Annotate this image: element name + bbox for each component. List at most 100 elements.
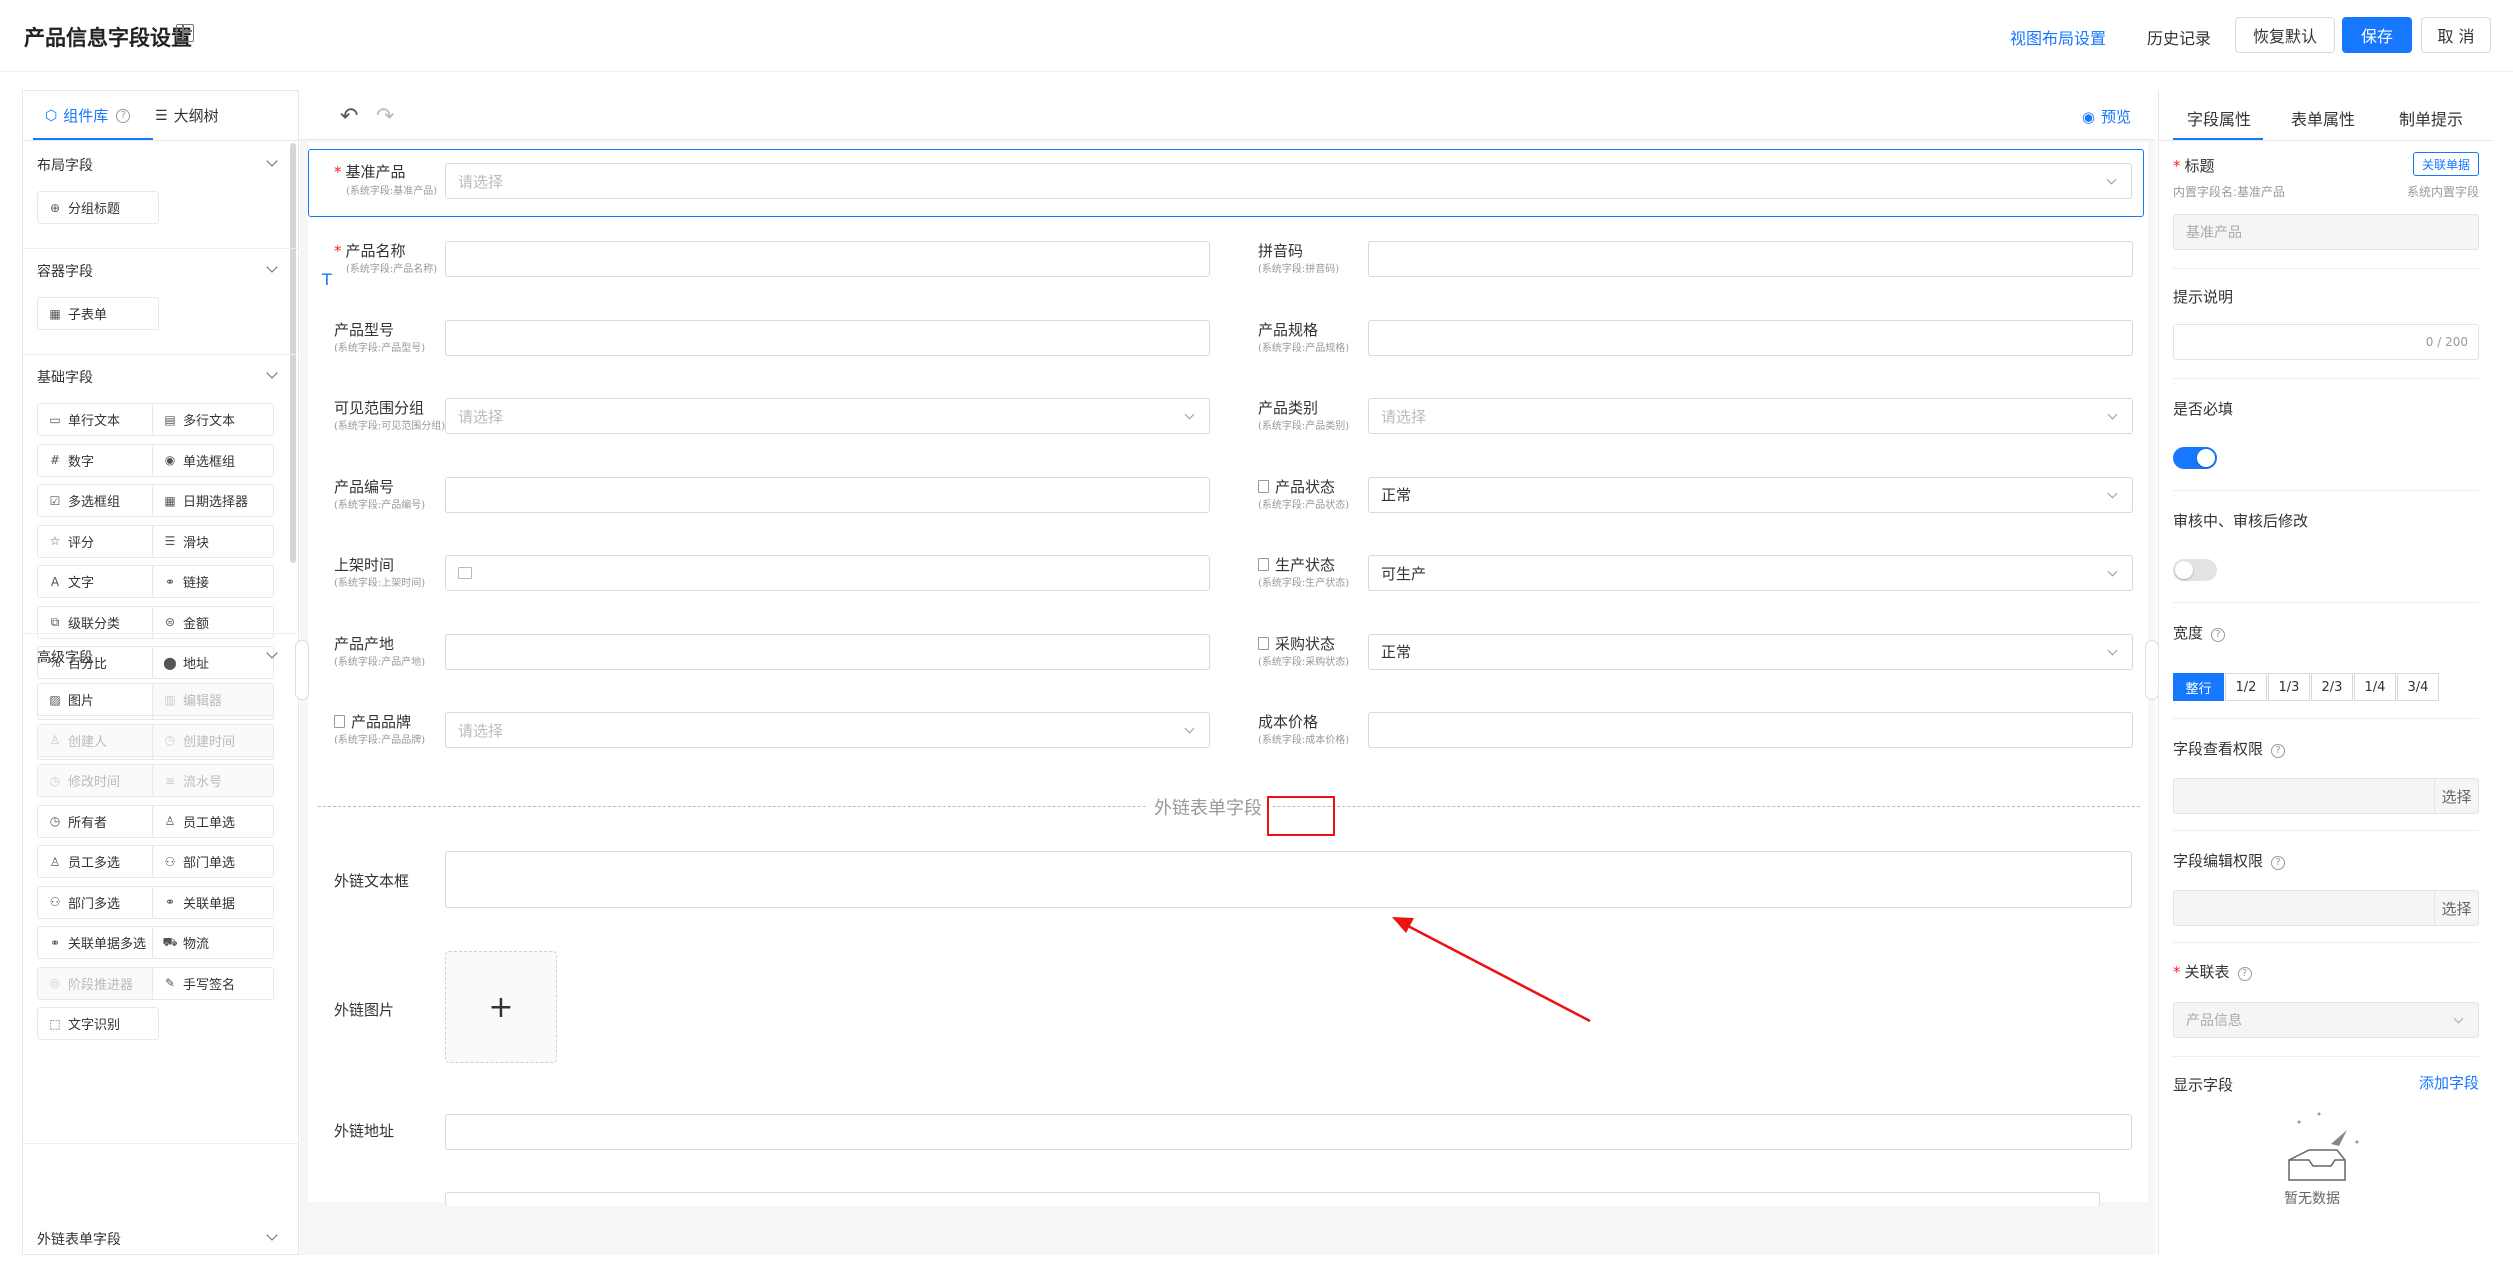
ext-url-input[interactable] (445, 1114, 2132, 1150)
field-input[interactable]: 请选择 (445, 398, 1210, 434)
audit-switch[interactable] (2173, 559, 2217, 581)
field-input[interactable] (445, 319, 1210, 356)
partial-field[interactable] (445, 1192, 2100, 1206)
component-clock[interactable]: ◷ 修改时间 (37, 764, 159, 797)
component-dept[interactable]: ⚇ 部门单选 (152, 845, 274, 878)
image-upload[interactable]: + (445, 951, 557, 1063)
rel-table-select[interactable]: 产品信息 (2173, 1002, 2479, 1038)
chevron-down-icon[interactable] (266, 1229, 278, 1241)
component-star[interactable]: ☆ 评分 (37, 524, 159, 558)
tab-form-props[interactable]: 表单属性 (2291, 106, 2355, 130)
group-title[interactable]: 基础字段 (37, 367, 93, 387)
field-input[interactable]: 请选择 (445, 712, 1210, 748)
layout-icon[interactable] (176, 24, 194, 42)
width-option[interactable]: 1/2 (2225, 673, 2267, 701)
component-link[interactable]: ⚭ 链接 (152, 565, 274, 598)
width-option[interactable]: 2/3 (2311, 673, 2353, 701)
field-input[interactable] (445, 633, 1210, 670)
component-checkbox[interactable]: ☑ 多选框组 (37, 484, 159, 517)
width-option[interactable]: 3/4 (2397, 673, 2439, 701)
right-collapse-handle[interactable] (2145, 640, 2159, 700)
field-input[interactable]: 正常 (1368, 476, 2133, 513)
add-field-link[interactable]: 添加字段 (2419, 1072, 2479, 1093)
cancel-button[interactable]: 取 消 (2421, 17, 2491, 53)
group-title[interactable]: 外链表单字段 (37, 1229, 121, 1249)
scrollbar[interactable] (290, 143, 296, 563)
chevron-down-icon[interactable] (266, 155, 278, 167)
required-switch[interactable] (2173, 447, 2217, 469)
width-option[interactable]: 1/3 (2268, 673, 2310, 701)
view-perm-input[interactable]: 选择 (2173, 778, 2479, 814)
field-input[interactable] (1368, 712, 2133, 748)
preview-button[interactable]: ◉ 预览 (2082, 106, 2131, 127)
component-stage[interactable]: ◎ 阶段推进器 (37, 966, 159, 1000)
component-number[interactable]: # 数字 (37, 443, 159, 477)
component-label: 员工单选 (183, 815, 236, 831)
redo-icon[interactable]: ↷ (376, 104, 394, 129)
save-button[interactable]: 保存 (2342, 17, 2412, 53)
tab-field-props[interactable]: 字段属性 (2187, 106, 2251, 130)
field-input[interactable] (445, 555, 1210, 591)
component-dept[interactable]: ⚇ 部门多选 (37, 885, 159, 919)
chevron-down-icon[interactable] (266, 367, 278, 379)
component-ocr[interactable]: ⬚ 文字识别 (37, 1007, 159, 1040)
group-title[interactable]: 容器字段 (37, 261, 93, 281)
component-user[interactable]: ♙ 员工单选 (152, 804, 274, 838)
component-location-pin[interactable]: ⬤ 地址 (152, 646, 274, 679)
left-collapse-handle[interactable] (295, 640, 309, 700)
component-signature[interactable]: ✎ 手写签名 (152, 966, 274, 1000)
title-input[interactable]: 基准产品 (2173, 214, 2479, 250)
component-label: 多选框组 (68, 495, 121, 510)
component-serial[interactable]: ≡ 流水号 (152, 764, 274, 797)
field-input[interactable] (445, 241, 1210, 277)
component-label: 关联单据多选 (68, 937, 147, 952)
component-editor[interactable]: ▥ 编辑器 (152, 683, 274, 716)
undo-icon[interactable]: ↶ (340, 104, 358, 129)
field-input[interactable] (1368, 319, 2133, 356)
tab-components-label: 组件库 (63, 107, 109, 125)
width-option[interactable]: 整行 (2173, 673, 2224, 701)
component-truck[interactable]: ⛟ 物流 (152, 926, 274, 959)
view-perm-label: 字段查看权限? (2173, 738, 2286, 759)
component-image[interactable]: ▨ 图片 (37, 683, 159, 716)
field-input[interactable] (1368, 241, 2133, 277)
component-slider[interactable]: ☰ 滑块 (152, 524, 274, 558)
tab-doc-tips[interactable]: 制单提示 (2399, 106, 2463, 130)
base-product-select[interactable]: 请选择 (445, 163, 2132, 199)
component-link[interactable]: ⚭ 关联单据 (152, 885, 274, 919)
restore-default-button[interactable]: 恢复默认 (2235, 17, 2335, 53)
field-input[interactable]: 正常 (1368, 633, 2133, 670)
component-radio[interactable]: ◉ 单选框组 (152, 443, 274, 477)
edit-perm-select-button[interactable]: 选择 (2434, 891, 2478, 925)
tab-outline[interactable]: ☰ 大纲树 (155, 105, 219, 126)
component-text[interactable]: A 文字 (37, 565, 159, 598)
table-icon: ▦ (49, 306, 61, 321)
component-link[interactable]: ⚭ 关联单据多选 (37, 926, 159, 959)
field-label: 产品类别 (1258, 399, 1318, 417)
tree-icon: ☰ (155, 107, 168, 124)
view-layout-link[interactable]: 视图布局设置 (2010, 25, 2106, 49)
field-input[interactable]: 请选择 (1368, 398, 2133, 434)
chevron-down-icon[interactable] (266, 261, 278, 273)
component-date[interactable]: ▦ 日期选择器 (152, 484, 274, 517)
component-owner[interactable]: ◷ 所有者 (37, 804, 159, 838)
field-input[interactable]: 可生产 (1368, 555, 2133, 591)
edit-perm-input[interactable]: 选择 (2173, 890, 2479, 926)
ext-text-textarea[interactable] (445, 851, 2132, 908)
link-doc-button[interactable]: 关联单据 (2412, 152, 2479, 176)
component-group-title[interactable]: ⊕ 分组标题 (37, 191, 159, 224)
field-input[interactable] (445, 476, 1210, 513)
view-perm-select-button[interactable]: 选择 (2434, 779, 2478, 813)
history-link[interactable]: 历史记录 (2147, 25, 2211, 49)
group-title[interactable]: 布局字段 (37, 155, 93, 175)
component-clock[interactable]: ◷ 创建时间 (152, 723, 274, 757)
component-table[interactable]: ▦ 子表单 (37, 297, 159, 330)
group-title[interactable]: 高级字段 (37, 647, 93, 667)
component-single-line[interactable]: ▭ 单行文本 (37, 403, 159, 436)
tab-components[interactable]: ⬡ 组件库 ? (45, 105, 131, 126)
hint-input[interactable]: 0 / 200 (2173, 324, 2479, 360)
width-option[interactable]: 1/4 (2354, 673, 2396, 701)
component-multi-line[interactable]: ▤ 多行文本 (152, 403, 274, 436)
component-users[interactable]: ♙ 员工多选 (37, 845, 159, 878)
component-user[interactable]: ♙ 创建人 (37, 723, 159, 757)
